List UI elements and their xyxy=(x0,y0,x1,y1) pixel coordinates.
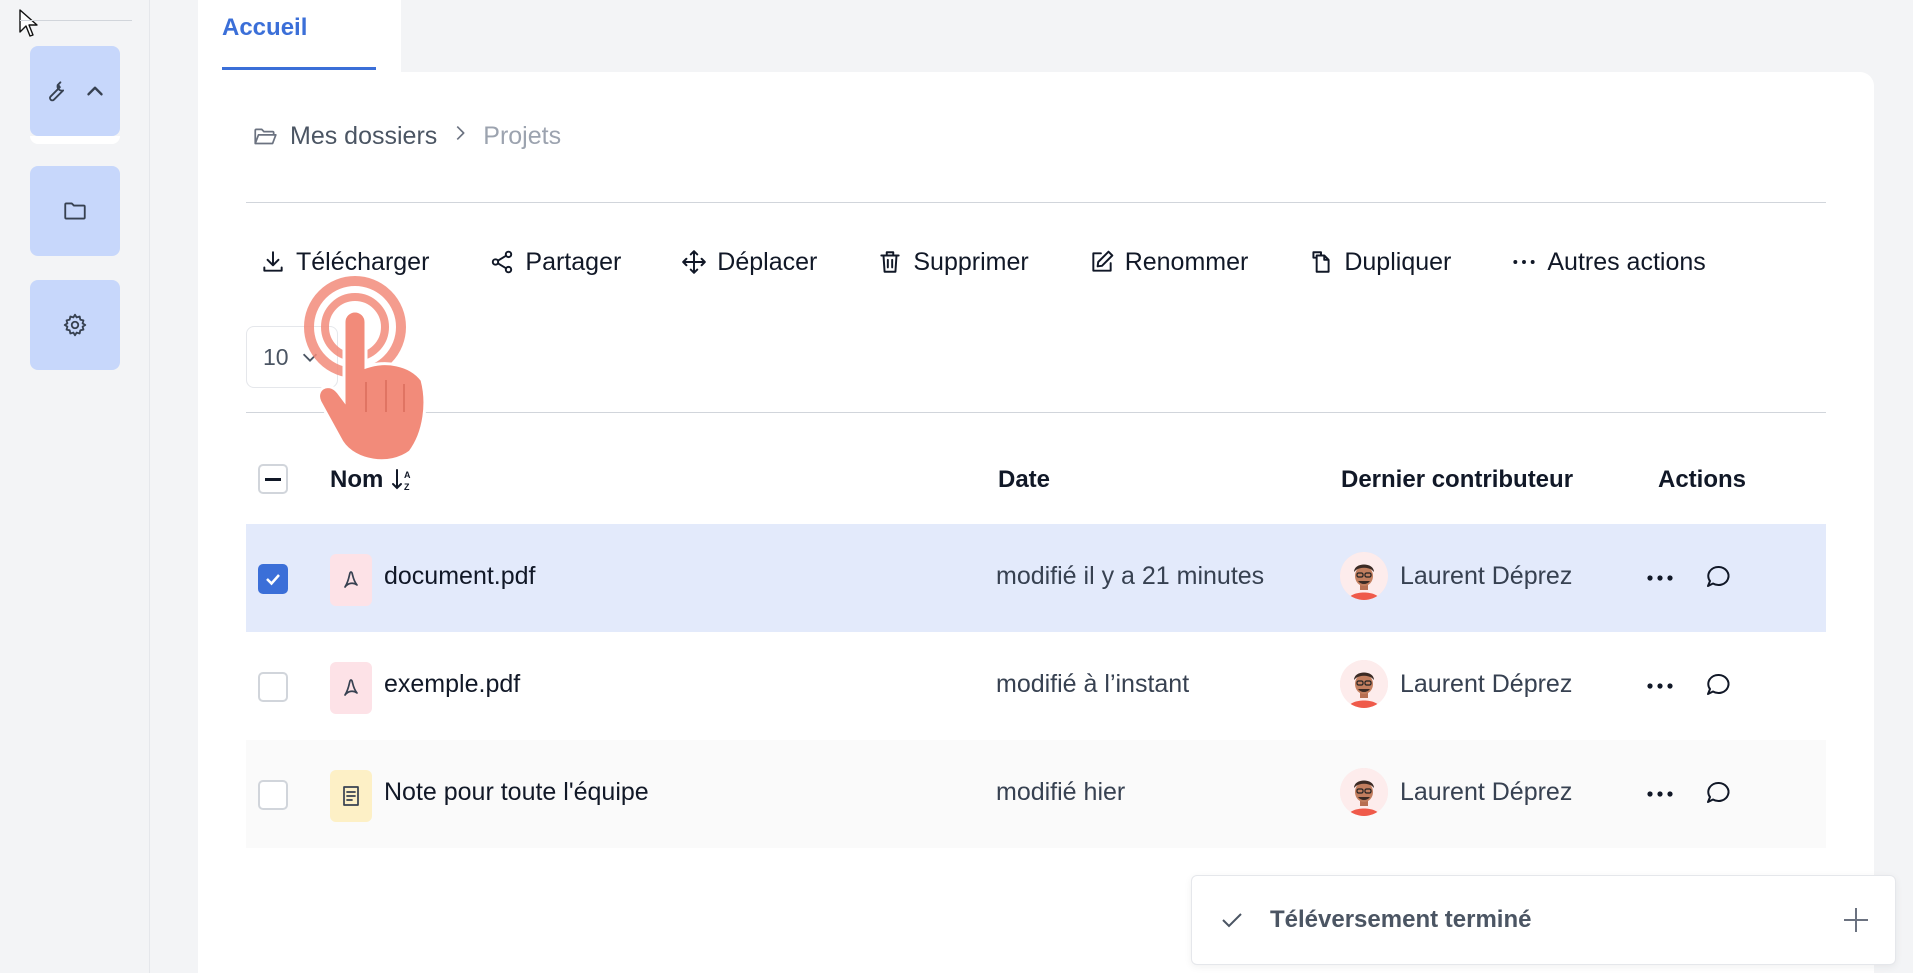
left-rail xyxy=(0,0,150,973)
file-date: modifié à l’instant xyxy=(996,670,1190,698)
column-actions-header: Actions xyxy=(1658,466,1747,493)
column-date-header: Date xyxy=(998,466,1051,493)
sort-az-icon: A Z xyxy=(392,469,411,492)
chevron-down-icon xyxy=(302,353,317,362)
avatar xyxy=(1340,768,1388,816)
row-more-button[interactable] xyxy=(1642,668,1682,704)
breadcrumb: Mes dossiers Projets xyxy=(252,122,561,151)
breadcrumb-current: Projets xyxy=(483,122,562,150)
file-name[interactable]: document.pdf xyxy=(384,562,536,591)
duplicate-label: Dupliquer xyxy=(1344,247,1452,276)
contributor: Laurent Déprez xyxy=(1340,552,1572,600)
svg-text:Z: Z xyxy=(404,482,410,492)
row-more-button[interactable] xyxy=(1642,560,1682,596)
more-horizontal-icon xyxy=(1647,683,1673,689)
tab-home[interactable]: Accueil xyxy=(198,0,401,72)
move-label: Déplacer xyxy=(717,247,818,276)
table-row[interactable]: document.pdf modifié il y a 21 minutes L… xyxy=(246,524,1826,632)
delete-label: Supprimer xyxy=(913,247,1029,276)
settings-button[interactable] xyxy=(30,280,120,370)
comment-icon xyxy=(1707,781,1730,803)
pdf-file-icon xyxy=(330,554,372,606)
duplicate-button[interactable]: Dupliquer xyxy=(1308,248,1451,277)
file-date: modifié hier xyxy=(996,778,1126,806)
row-comment-button[interactable] xyxy=(1704,670,1738,704)
divider xyxy=(246,412,1826,413)
wrench-icon xyxy=(49,81,65,102)
open-folder-icon xyxy=(254,128,277,144)
more-actions-button[interactable]: Autres actions xyxy=(1511,247,1706,277)
copy-icon xyxy=(1312,251,1330,273)
edit-icon xyxy=(1092,250,1113,272)
select-all-checkbox[interactable] xyxy=(258,464,288,494)
delete-button[interactable]: Supprimer xyxy=(877,247,1029,277)
contributor-name: Laurent Déprez xyxy=(1400,669,1573,698)
row-more-button[interactable] xyxy=(1642,776,1682,812)
contributor-name: Laurent Déprez xyxy=(1400,561,1573,590)
column-name-label: Nom xyxy=(330,466,384,493)
pdf-file-icon xyxy=(330,662,372,714)
chevron-up-icon xyxy=(87,86,103,96)
row-comment-button[interactable] xyxy=(1704,562,1738,596)
tab-home-label: Accueil xyxy=(222,14,308,41)
rename-button[interactable]: Renommer xyxy=(1089,247,1249,277)
share-button[interactable]: Partager xyxy=(489,248,621,277)
comment-icon xyxy=(1707,565,1730,587)
upload-complete-toast: Téléversement terminé xyxy=(1191,875,1896,965)
comment-icon xyxy=(1707,673,1730,695)
file-name[interactable]: Note pour toute l'équipe xyxy=(384,778,649,807)
chevron-right-icon xyxy=(449,122,471,151)
share-label: Partager xyxy=(525,247,622,276)
download-icon xyxy=(263,251,283,272)
svg-text:A: A xyxy=(404,470,411,480)
move-icon xyxy=(682,250,707,274)
row-checkbox[interactable] xyxy=(258,564,288,594)
mouse-cursor-icon xyxy=(19,9,38,37)
page-size-value: 10 xyxy=(263,343,289,370)
main-panel: Mes dossiers Projets Télécharger Partage… xyxy=(198,72,1874,973)
table-row[interactable]: Note pour toute l'équipe modifié hier La… xyxy=(246,740,1826,848)
more-horizontal-icon xyxy=(1647,791,1673,797)
more-horizontal-icon xyxy=(1513,260,1535,264)
folder-icon xyxy=(64,202,86,220)
avatar xyxy=(1340,552,1388,600)
file-name[interactable]: exemple.pdf xyxy=(384,670,520,699)
more-actions-label: Autres actions xyxy=(1547,247,1706,276)
more-horizontal-icon xyxy=(1647,575,1673,581)
tools-menu-button[interactable] xyxy=(30,46,120,144)
file-date: modifié il y a 21 minutes xyxy=(996,562,1265,590)
share-icon xyxy=(492,250,513,274)
contributor: Laurent Déprez xyxy=(1340,660,1572,708)
rail-divider xyxy=(20,20,132,21)
action-toolbar: Télécharger Partager Déplacer Supprimer … xyxy=(260,242,1706,282)
column-name-header[interactable]: Nom A Z xyxy=(330,466,417,494)
download-label: Télécharger xyxy=(296,247,430,276)
row-checkbox[interactable] xyxy=(258,672,288,702)
contributor: Laurent Déprez xyxy=(1340,768,1572,816)
trash-icon xyxy=(880,251,901,273)
page-size-select[interactable]: 10 xyxy=(246,326,338,388)
check-icon xyxy=(1222,913,1242,928)
move-button[interactable]: Déplacer xyxy=(681,248,817,277)
tab-active-indicator xyxy=(222,67,376,70)
rename-label: Renommer xyxy=(1124,247,1249,276)
folders-button[interactable] xyxy=(30,166,120,256)
gear-icon xyxy=(63,313,87,337)
contributor-name: Laurent Déprez xyxy=(1400,777,1573,806)
row-checkbox[interactable] xyxy=(258,780,288,810)
column-contributor-header: Dernier contributeur xyxy=(1341,466,1574,493)
row-comment-button[interactable] xyxy=(1704,778,1738,812)
toast-message: Téléversement terminé xyxy=(1270,906,1532,933)
avatar xyxy=(1340,660,1388,708)
plus-icon[interactable] xyxy=(1840,904,1872,936)
divider xyxy=(246,202,1826,203)
table-header: Nom A Z Date Dernier contributeur Action… xyxy=(246,452,1826,508)
note-file-icon xyxy=(330,770,372,822)
table-row[interactable]: exemple.pdf modifié à l’instant Laurent … xyxy=(246,632,1826,740)
breadcrumb-root[interactable]: Mes dossiers xyxy=(290,122,437,151)
download-button[interactable]: Télécharger xyxy=(260,248,429,277)
